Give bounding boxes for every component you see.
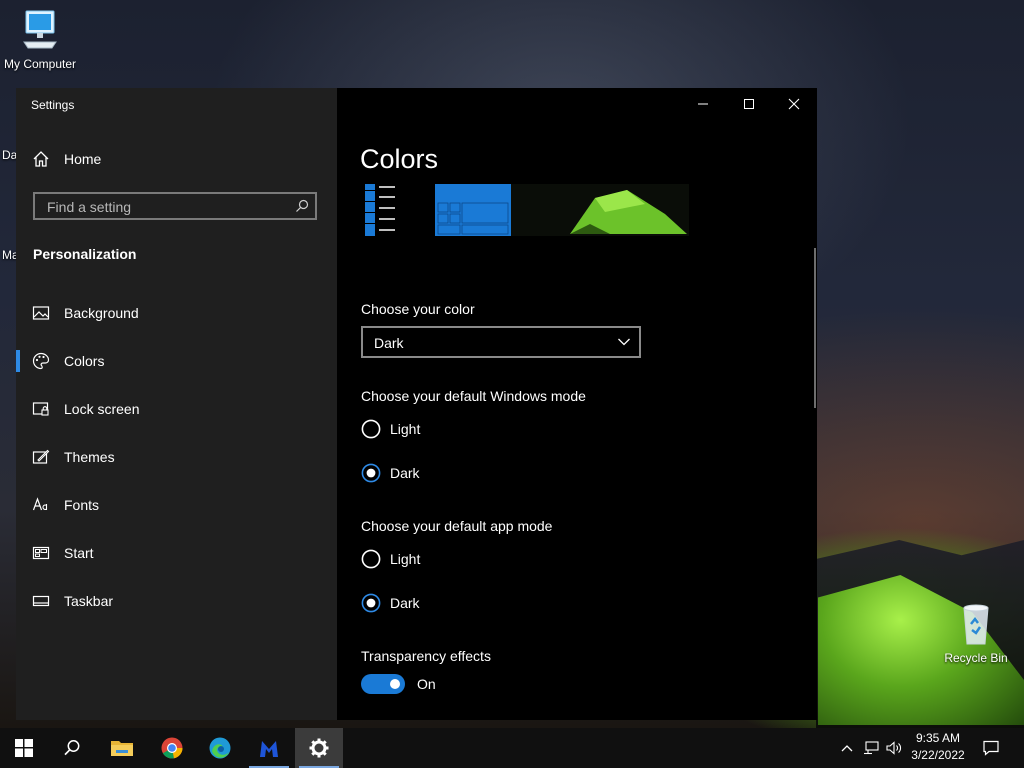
settings-taskbar-button[interactable] <box>295 728 343 768</box>
radio-label: Dark <box>390 595 420 611</box>
search-button[interactable] <box>48 728 96 768</box>
search-icon[interactable] <box>295 199 309 213</box>
search-icon <box>64 740 80 756</box>
gear-icon <box>309 738 329 758</box>
search-input[interactable] <box>45 197 289 217</box>
transparency-label: Transparency effects <box>361 648 491 664</box>
chrome-icon <box>161 737 183 759</box>
start-icon <box>32 546 50 560</box>
network-icon <box>864 741 879 755</box>
home-icon <box>33 151 49 167</box>
close-button[interactable] <box>771 94 817 114</box>
close-icon <box>788 98 800 110</box>
action-center-button[interactable] <box>978 728 1004 768</box>
lock-screen-icon <box>32 402 49 416</box>
settings-sidebar: Settings Home Personalization Background <box>16 88 337 720</box>
choose-color-label: Choose your color <box>361 301 475 317</box>
dropdown-value: Dark <box>374 335 404 351</box>
color-preview-image <box>365 184 689 236</box>
windows-mode-label: Choose your default Windows mode <box>361 388 586 404</box>
desktop-icon-label: My Computer <box>3 57 77 71</box>
windows-mode-dark-radio[interactable]: Dark <box>361 463 420 483</box>
radio-selected-icon <box>361 463 381 483</box>
radio-label: Dark <box>390 465 420 481</box>
windows-mode-light-radio[interactable]: Light <box>361 419 420 439</box>
app-mode-label: Choose your default app mode <box>361 518 553 534</box>
taskbar: 9:35 AM 3/22/2022 <box>0 728 1024 768</box>
chevron-up-icon <box>841 745 853 752</box>
start-button[interactable] <box>0 728 48 768</box>
window-title: Settings <box>31 98 75 112</box>
clock-time: 9:35 AM <box>915 731 961 745</box>
clock[interactable]: 9:35 AM 3/22/2022 <box>902 730 974 766</box>
recycle-bin-icon <box>963 604 989 645</box>
sidebar-item-start[interactable]: Start <box>16 531 337 575</box>
app-mode-light-radio[interactable]: Light <box>361 549 420 569</box>
malwarebytes-button[interactable] <box>245 728 293 768</box>
sidebar-item-background[interactable]: Background <box>16 291 337 335</box>
sidebar-item-themes[interactable]: Themes <box>16 435 337 479</box>
scrollbar[interactable] <box>814 248 816 408</box>
themes-icon <box>32 449 50 464</box>
toggle-knob <box>390 679 400 689</box>
file-explorer-button[interactable] <box>98 728 146 768</box>
notification-icon <box>983 740 999 756</box>
sidebar-item-label: Lock screen <box>64 401 140 417</box>
section-title: Personalization <box>33 246 137 262</box>
malwarebytes-icon <box>260 741 278 757</box>
folder-icon <box>111 741 133 756</box>
page-title: Colors <box>360 144 439 174</box>
sidebar-item-taskbar[interactable]: Taskbar <box>16 579 337 623</box>
transparency-toggle[interactable]: On <box>361 674 436 694</box>
sidebar-item-label: Fonts <box>64 497 100 513</box>
windows-logo-icon <box>15 739 33 757</box>
edge-icon <box>209 737 231 759</box>
sidebar-item-label: Start <box>64 545 94 561</box>
maximize-icon <box>744 99 754 109</box>
chevron-down-icon <box>618 338 630 346</box>
edge-button[interactable] <box>196 728 244 768</box>
minimize-button[interactable] <box>680 94 726 114</box>
toggle-state-label: On <box>417 676 436 692</box>
sidebar-item-label: Colors <box>64 353 105 369</box>
network-button[interactable] <box>860 728 882 768</box>
sidebar-item-lock-screen[interactable]: Lock screen <box>16 387 337 431</box>
app-mode-dark-radio[interactable]: Dark <box>361 593 420 613</box>
volume-button[interactable] <box>884 728 904 768</box>
radio-label: Light <box>390 421 421 437</box>
home-link[interactable]: Home <box>32 150 101 168</box>
minimize-icon <box>698 103 708 105</box>
colors-page: Colors Choose your color Dark Choose you… <box>337 88 817 720</box>
maximize-button[interactable] <box>726 94 772 114</box>
palette-icon <box>32 352 50 370</box>
taskbar-icon <box>32 595 50 607</box>
radio-selected-icon <box>361 593 381 613</box>
radio-unselected-icon <box>361 549 381 569</box>
sidebar-item-label: Taskbar <box>64 593 114 609</box>
radio-label: Light <box>390 551 421 567</box>
sidebar-item-label: Themes <box>64 449 115 465</box>
desktop-icon-recycle-bin[interactable]: Recycle Bin <box>938 602 1014 665</box>
computer-icon <box>23 10 57 49</box>
desktop-icon-my-computer[interactable]: My Computer <box>0 8 80 71</box>
sidebar-item-colors[interactable]: Colors <box>16 339 337 383</box>
clock-date: 3/22/2022 <box>911 748 965 762</box>
desktop-icon-label: Recycle Bin <box>944 651 1008 665</box>
speaker-icon <box>886 741 901 755</box>
home-label: Home <box>64 151 102 167</box>
radio-unselected-icon <box>361 419 381 439</box>
settings-window: Settings Home Personalization Background <box>16 88 817 720</box>
choose-color-dropdown[interactable]: Dark <box>361 326 641 358</box>
search-box[interactable] <box>33 192 317 220</box>
picture-icon <box>32 306 50 320</box>
chrome-button[interactable] <box>148 728 196 768</box>
sidebar-item-fonts[interactable]: Fonts <box>16 483 337 527</box>
fonts-icon <box>32 497 48 511</box>
toggle-switch[interactable] <box>361 674 405 694</box>
sidebar-item-label: Background <box>64 305 139 321</box>
show-hidden-icons-button[interactable] <box>838 728 856 768</box>
